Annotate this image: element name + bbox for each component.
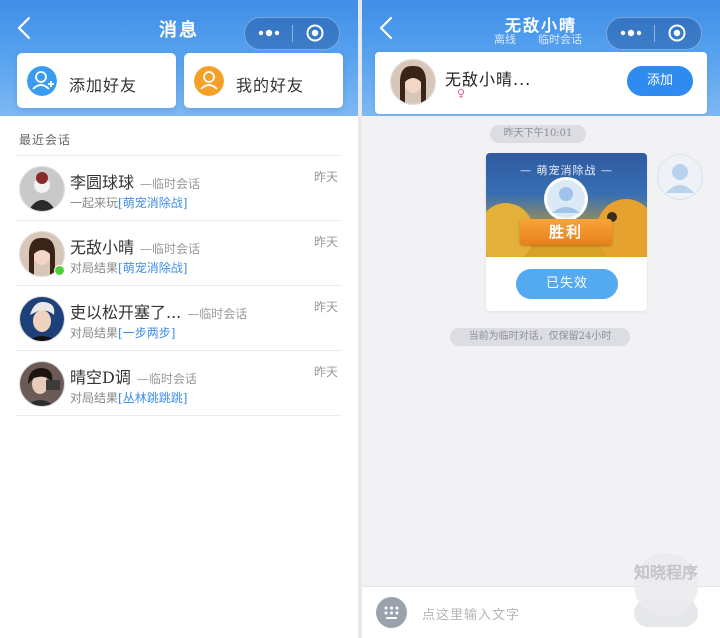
conversation-list: 李圆球球 —临时会话 一起来玩[萌宠消除战] 昨天 无敌小晴 —临时会话 对局结果[… [16, 155, 342, 416]
close-miniprogram-icon[interactable] [306, 24, 324, 42]
conversation-row[interactable]: 李圆球球 —临时会话 一起来玩[萌宠消除战] 昨天 [16, 156, 342, 221]
contact-name: 晴空D调 —临时会话 [70, 368, 197, 387]
miniprogram-capsule [606, 17, 702, 50]
session-tag: —临时会话 [140, 242, 201, 256]
more-icon[interactable] [617, 24, 645, 42]
capsule-divider [654, 25, 655, 42]
message-preview: 一起来玩[萌宠消除战] [70, 196, 188, 210]
game-link: [一步两步] [118, 326, 176, 340]
keyboard-icon [384, 606, 399, 619]
conversation-time: 昨天 [313, 300, 338, 314]
contact-name: 李圆球球 —临时会话 [70, 173, 201, 192]
more-icon[interactable] [255, 24, 283, 42]
my-friends-card[interactable]: 我的好友 [184, 53, 343, 108]
add-friend-icon [27, 66, 57, 96]
conversation-row[interactable]: 无敌小晴 —临时会话 对局结果[萌宠消除战] 昨天 [16, 221, 342, 286]
win-ribbon: 胜利 [520, 219, 612, 245]
game-result-card[interactable]: — 萌宠消除战 — 胜利 已失效 [486, 153, 647, 311]
game-banner: — 萌宠消除战 — 胜利 [486, 153, 647, 263]
watermark-logo: 知晓程序 [634, 553, 698, 617]
self-avatar[interactable] [657, 154, 703, 200]
message-preview: 对局结果[萌宠消除战] [70, 261, 188, 275]
session-tag: —临时会话 [187, 307, 248, 321]
temporary-chat-notice: 当前为临时对话，仅保留24小时 [450, 328, 630, 346]
keyboard-toggle-button[interactable] [376, 597, 407, 628]
expired-button[interactable]: 已失效 [516, 269, 618, 299]
miniprogram-capsule [244, 17, 340, 50]
game-link: [萌宠消除战] [118, 261, 188, 275]
conversation-row[interactable]: 晴空D调 —临时会话 对局结果[丛林跳跳跳] 昨天 [16, 351, 342, 416]
contact-name: 无敌小晴 —临时会话 [70, 238, 201, 257]
close-miniprogram-icon[interactable] [668, 24, 686, 42]
game-link: [丛林跳跳跳] [118, 391, 188, 405]
contact-card: 无敌小晴... ♀ 添加 [375, 52, 707, 114]
conversation-row[interactable]: 吏以松开塞了... —临时会话 对局结果[一步两步] 昨天 [16, 286, 342, 351]
session-tag: —临时会话 [136, 372, 197, 386]
message-preview: 对局结果[一步两步] [70, 326, 176, 340]
message-preview: 对局结果[丛林跳跳跳] [70, 391, 188, 405]
capsule-divider [292, 25, 293, 42]
message-input[interactable]: 点这里输入文字 [422, 604, 520, 623]
session-tag: —临时会话 [140, 177, 201, 191]
female-gender-icon: ♀ [457, 87, 466, 100]
my-friends-label: 我的好友 [236, 76, 305, 95]
conversation-time: 昨天 [313, 170, 338, 184]
recent-conversations-label: 最近会话 [19, 133, 72, 147]
chat-panel: 无敌小晴 离线 临时会话 无敌小晴... ♀ 添加 昨天下午10:01 — 萌宠… [362, 0, 720, 638]
contact-status: 离线 [494, 33, 516, 46]
contact-name: 吏以松开塞了... —临时会话 [70, 303, 248, 322]
contact-avatar[interactable] [390, 59, 436, 105]
add-friend-button[interactable]: 添加 [627, 66, 693, 96]
add-friend-card[interactable]: 添加好友 [17, 53, 176, 108]
online-status-dot [54, 265, 65, 276]
game-link: [萌宠消除战] [118, 196, 188, 210]
my-friends-icon [194, 66, 224, 96]
avatar [19, 361, 65, 407]
add-friend-label: 添加好友 [69, 76, 138, 95]
messages-panel: 消息 添加好友 我的好友 最近会话 李圆球球 —临时会话 一起来玩[萌宠消除战]… [0, 0, 358, 638]
conversation-time: 昨天 [313, 235, 338, 249]
avatar [19, 166, 65, 212]
message-timestamp: 昨天下午10:01 [490, 125, 586, 143]
avatar [19, 296, 65, 342]
game-title: — 萌宠消除战 — [520, 164, 613, 177]
session-type: 临时会话 [538, 33, 582, 46]
conversation-time: 昨天 [313, 365, 338, 379]
